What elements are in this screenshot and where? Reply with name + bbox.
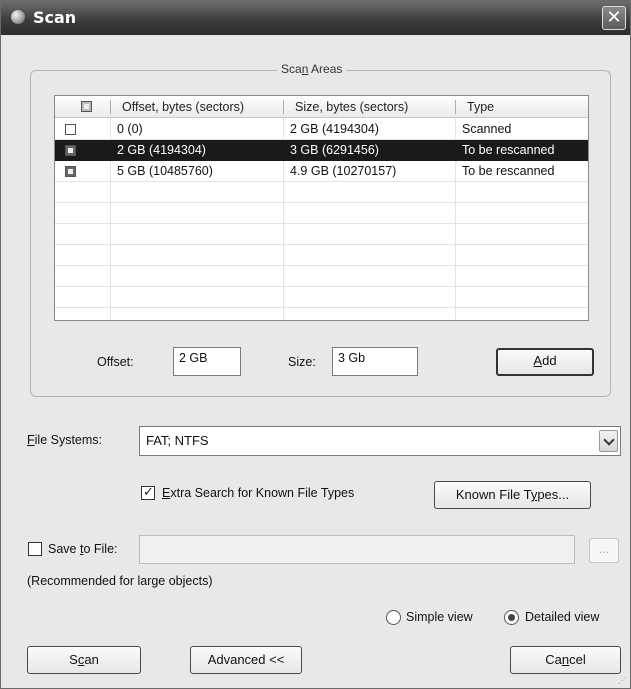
column-offset[interactable]: Offset, bytes (sectors): [122, 96, 244, 118]
grid-line: [55, 244, 588, 245]
size-cell: 4.9 GB (10270157): [290, 164, 397, 178]
advanced-button[interactable]: Advanced <<: [190, 646, 302, 674]
chevron-down-icon[interactable]: [599, 430, 618, 452]
save-path-input[interactable]: [139, 535, 575, 564]
app-icon: [11, 10, 25, 24]
row-checkbox[interactable]: [65, 124, 76, 135]
grid-line: [55, 265, 588, 266]
header-separator: [283, 100, 284, 114]
window-title: Scan: [33, 8, 77, 27]
extra-search-checkbox[interactable]: [141, 484, 155, 500]
grid-line: [55, 202, 588, 203]
size-input[interactable]: 3 Gb: [332, 347, 418, 376]
add-button[interactable]: Add: [496, 348, 594, 376]
list-header: Offset, bytes (sectors) Size, bytes (sec…: [55, 96, 589, 118]
resize-grip-icon[interactable]: ⋰: [618, 676, 628, 686]
file-systems-value: FAT; NTFS: [146, 433, 209, 448]
file-systems-label: File Systems:: [27, 433, 103, 447]
grid-line: [55, 307, 588, 308]
offset-cell: 5 GB (10485760): [117, 164, 213, 178]
browse-button[interactable]: ...: [589, 538, 619, 563]
file-systems-select[interactable]: FAT; NTFS: [139, 426, 621, 456]
offset-cell: 2 GB (4194304): [117, 143, 206, 157]
table-row[interactable]: 5 GB (10485760) 4.9 GB (10270157) To be …: [55, 161, 588, 182]
simple-view-radio[interactable]: [386, 610, 401, 625]
header-separator: [588, 100, 589, 114]
save-to-file-checkbox[interactable]: [28, 542, 42, 556]
known-file-types-button[interactable]: Known File Types...: [434, 481, 591, 509]
cancel-button[interactable]: Cancel: [510, 646, 621, 674]
offset-cell: 0 (0): [117, 122, 143, 136]
scan-areas-list[interactable]: Offset, bytes (sectors) Size, bytes (sec…: [54, 95, 589, 321]
scan-areas-group: Scan Areas Offset, bytes (sectors) Size,…: [30, 62, 611, 397]
grid-line: [55, 286, 588, 287]
row-checkbox[interactable]: [65, 145, 76, 156]
type-cell: To be rescanned: [462, 164, 555, 178]
scan-areas-legend: Scan Areas: [277, 62, 347, 76]
column-type[interactable]: Type: [467, 96, 494, 118]
type-cell: To be rescanned: [462, 143, 555, 157]
scan-dialog: Scan ✕ Scan Areas Offset, bytes (sectors…: [0, 0, 631, 689]
row-checkbox[interactable]: [65, 166, 76, 177]
table-row[interactable]: 0 (0) 2 GB (4194304) Scanned: [55, 119, 588, 140]
title-bar[interactable]: Scan ✕: [1, 1, 630, 35]
detailed-view-label[interactable]: Detailed view: [525, 610, 599, 624]
detailed-view-radio[interactable]: [504, 610, 519, 625]
scan-button[interactable]: Scan: [27, 646, 141, 674]
simple-view-label[interactable]: Simple view: [406, 610, 473, 624]
type-cell: Scanned: [462, 122, 512, 136]
size-cell: 3 GB (6291456): [290, 143, 379, 157]
header-separator: [455, 100, 456, 114]
close-button[interactable]: ✕: [602, 6, 626, 30]
offset-label: Offset:: [97, 355, 134, 369]
select-all-checkbox[interactable]: [81, 101, 92, 112]
size-cell: 2 GB (4194304): [290, 122, 379, 136]
grid-line: [55, 223, 588, 224]
header-separator: [110, 100, 111, 114]
save-hint: (Recommended for large objects): [27, 574, 213, 588]
save-to-file-label[interactable]: Save to File:: [48, 542, 118, 556]
offset-input[interactable]: 2 GB: [173, 347, 241, 376]
extra-search-label[interactable]: Extra Search for Known File Types: [162, 486, 354, 500]
column-size[interactable]: Size, bytes (sectors): [295, 96, 408, 118]
table-row-selected[interactable]: 2 GB (4194304) 3 GB (6291456) To be resc…: [55, 140, 588, 161]
size-label: Size:: [288, 355, 316, 369]
